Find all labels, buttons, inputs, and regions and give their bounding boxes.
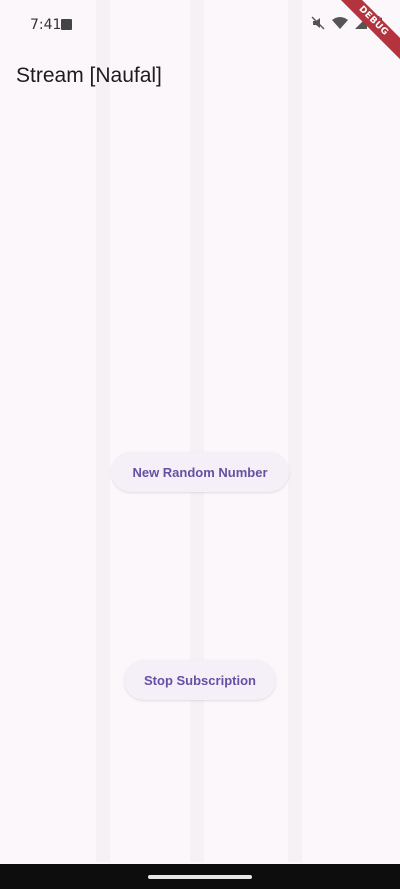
signal-icon — [355, 17, 367, 29]
new-random-number-button[interactable]: New Random Number — [111, 452, 289, 492]
app-screen: 7:41 DEBUG Stream [Naufal] New Random Nu… — [0, 0, 400, 889]
app-bar: Stream [Naufal] — [0, 52, 400, 102]
status-bar: 7:41 — [0, 0, 400, 52]
page-title: Stream [Naufal] — [16, 64, 162, 87]
battery-icon — [374, 16, 382, 30]
navigation-bar — [0, 864, 400, 889]
home-gesture-handle[interactable] — [148, 875, 252, 879]
wifi-icon — [332, 16, 348, 30]
mute-icon — [311, 16, 325, 30]
status-icons — [311, 16, 382, 30]
background-stripe — [190, 0, 204, 862]
background-stripe — [96, 0, 110, 862]
status-time: 7:41 — [30, 17, 62, 33]
app-notification-icon — [61, 19, 72, 30]
stop-subscription-button[interactable]: Stop Subscription — [124, 660, 276, 700]
background-stripe — [288, 0, 302, 862]
